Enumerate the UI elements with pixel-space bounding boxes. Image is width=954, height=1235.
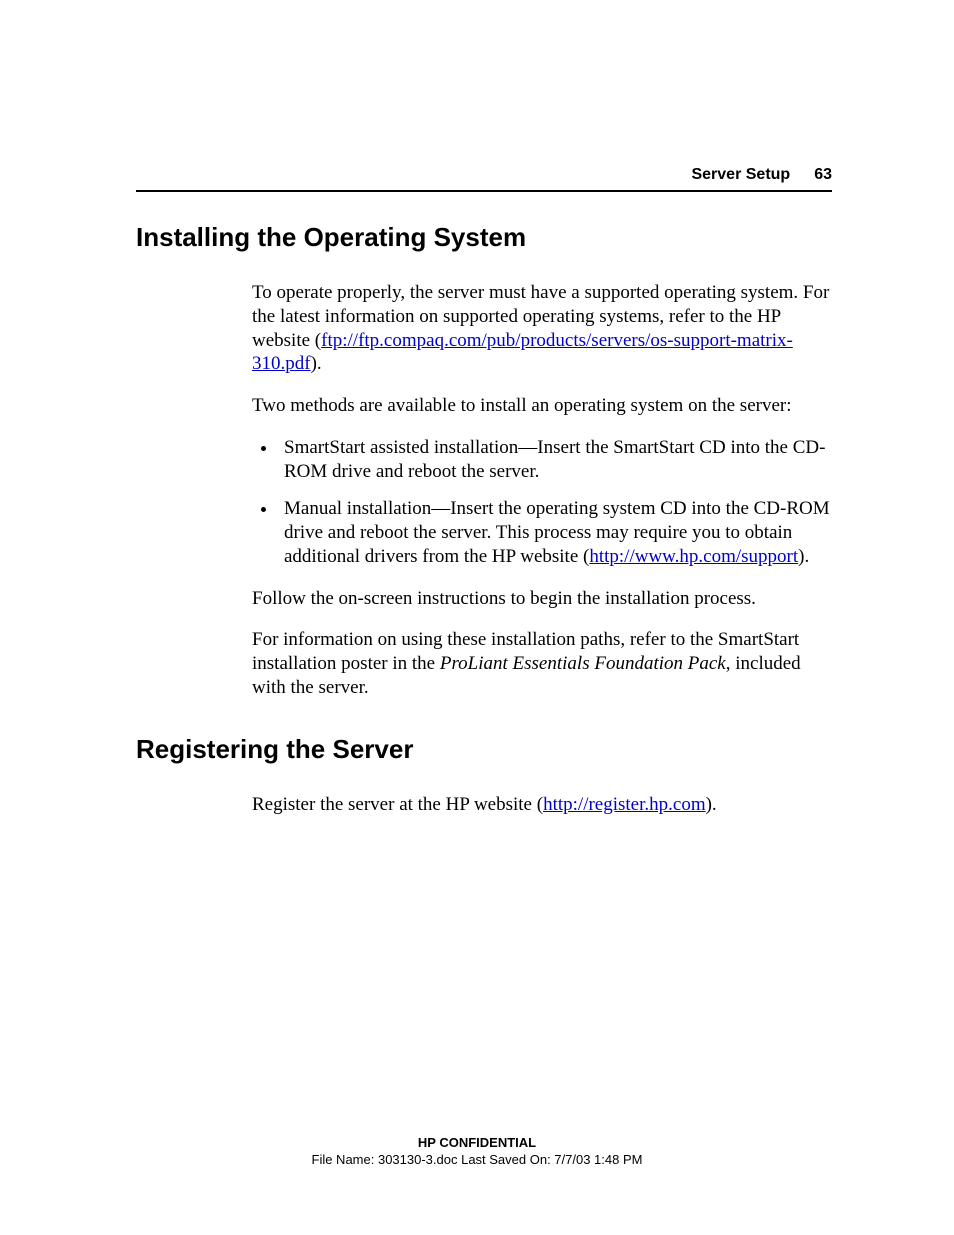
text: Register the server at the HP website (	[252, 794, 543, 815]
page-footer: HP CONFIDENTIAL File Name: 303130-3.doc …	[0, 1135, 954, 1167]
text: ).	[798, 546, 809, 567]
page: Server Setup 63 Installing the Operating …	[0, 0, 954, 1235]
link-os-support-matrix[interactable]: ftp://ftp.compaq.com/pub/products/server…	[252, 330, 793, 375]
header-text: Server Setup 63	[691, 166, 832, 184]
text: ).	[706, 794, 717, 815]
header-section: Server Setup	[691, 166, 790, 183]
list-item: Manual installation—Insert the operating…	[278, 497, 832, 568]
section2-p1: Register the server at the HP website (h…	[252, 793, 832, 817]
install-methods-list: SmartStart assisted installation—Insert …	[252, 436, 832, 569]
heading-registering-server: Registering the Server	[136, 734, 832, 765]
section1-p3: Follow the on-screen instructions to beg…	[252, 587, 832, 611]
link-register-hp[interactable]: http://register.hp.com	[543, 794, 706, 815]
text: ).	[311, 353, 322, 374]
footer-meta: File Name: 303130-3.doc Last Saved On: 7…	[0, 1152, 954, 1167]
list-item: SmartStart assisted installation—Insert …	[278, 436, 832, 484]
content-area: Installing the Operating System To opera…	[136, 222, 832, 834]
section1-body: To operate properly, the server must hav…	[252, 281, 832, 700]
section1-p2: Two methods are available to install an …	[252, 394, 832, 418]
running-header: Server Setup 63	[136, 166, 832, 192]
italic-text: ProLiant Essentials Foundation Pack	[440, 653, 726, 674]
link-hp-support[interactable]: http://www.hp.com/support	[589, 546, 798, 567]
heading-installing-os: Installing the Operating System	[136, 222, 832, 253]
section1-p4: For information on using these installat…	[252, 628, 832, 699]
section2-body: Register the server at the HP website (h…	[252, 793, 832, 817]
footer-confidential: HP CONFIDENTIAL	[0, 1135, 954, 1150]
header-page-number: 63	[814, 166, 832, 183]
section1-p1: To operate properly, the server must hav…	[252, 281, 832, 376]
